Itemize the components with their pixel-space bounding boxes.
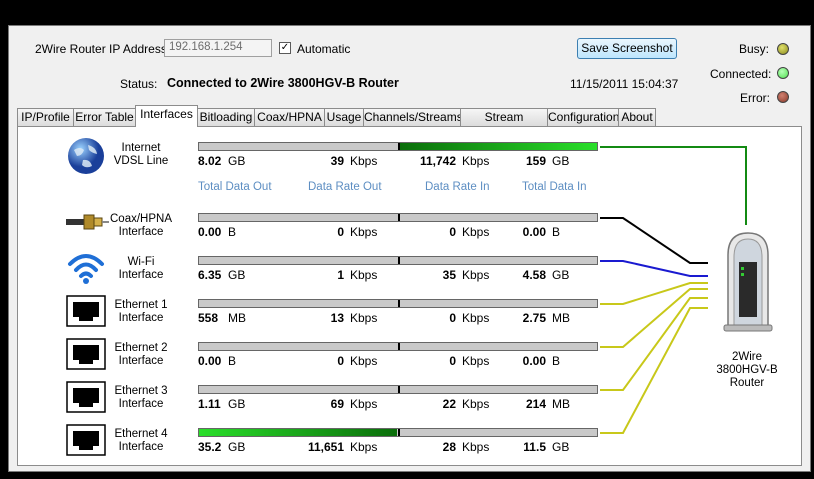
error-indicator-icon [777, 91, 789, 103]
connection-lines [600, 146, 747, 434]
router-label: 2Wire 3800HGV-B Router [716, 351, 778, 389]
connection-line-ethernet-1 [600, 282, 708, 305]
tab-configuration[interactable]: Configuration [547, 108, 619, 126]
save-screenshot-button[interactable]: Save Screenshot [577, 38, 677, 59]
status-label: Status: [120, 77, 158, 91]
tab-usage[interactable]: Usage [324, 108, 364, 126]
automatic-label: Automatic [297, 42, 351, 56]
app-window: 2Wire Router IP Address: 192.168.1.254 ✓… [8, 25, 811, 472]
connection-line-internet [600, 146, 747, 225]
connected-indicator-icon [777, 67, 789, 79]
tab-ip-profile[interactable]: IP/Profile [17, 108, 74, 126]
tab-interfaces[interactable]: Interfaces [135, 105, 198, 127]
tab-bitloading[interactable]: Bitloading [197, 108, 255, 126]
interfaces-panel: Total Data Out Data Rate Out Data Rate I… [17, 126, 802, 466]
automatic-checkbox[interactable]: ✓ [279, 42, 291, 54]
check-mark-icon: ✓ [280, 42, 290, 53]
tab-error-table[interactable]: Error Table [73, 108, 136, 126]
busy-label: Busy: [739, 42, 770, 56]
error-label: Error: [740, 91, 770, 105]
connection-line-coax-hpna [600, 217, 708, 264]
router-icon [712, 227, 782, 332]
ip-address-label: 2Wire Router IP Address: [35, 42, 171, 56]
tab-channels-streams[interactable]: Channels/Streams [363, 108, 463, 126]
ip-address-input[interactable]: 192.168.1.254 [164, 39, 272, 57]
timestamp: 11/15/2011 15:04:37 [570, 77, 679, 91]
tab-coax-hpna[interactable]: Coax/HPNA [254, 108, 325, 126]
tab-stream-analyzer[interactable]: Stream Analyzer [460, 108, 548, 141]
tab-about[interactable]: About [618, 108, 656, 126]
busy-indicator-icon [777, 43, 789, 55]
connected-label: Connected: [710, 67, 772, 81]
status-value: Connected to 2Wire 3800HGV-B Router [167, 76, 399, 90]
connection-line-ethernet-4 [600, 307, 708, 434]
